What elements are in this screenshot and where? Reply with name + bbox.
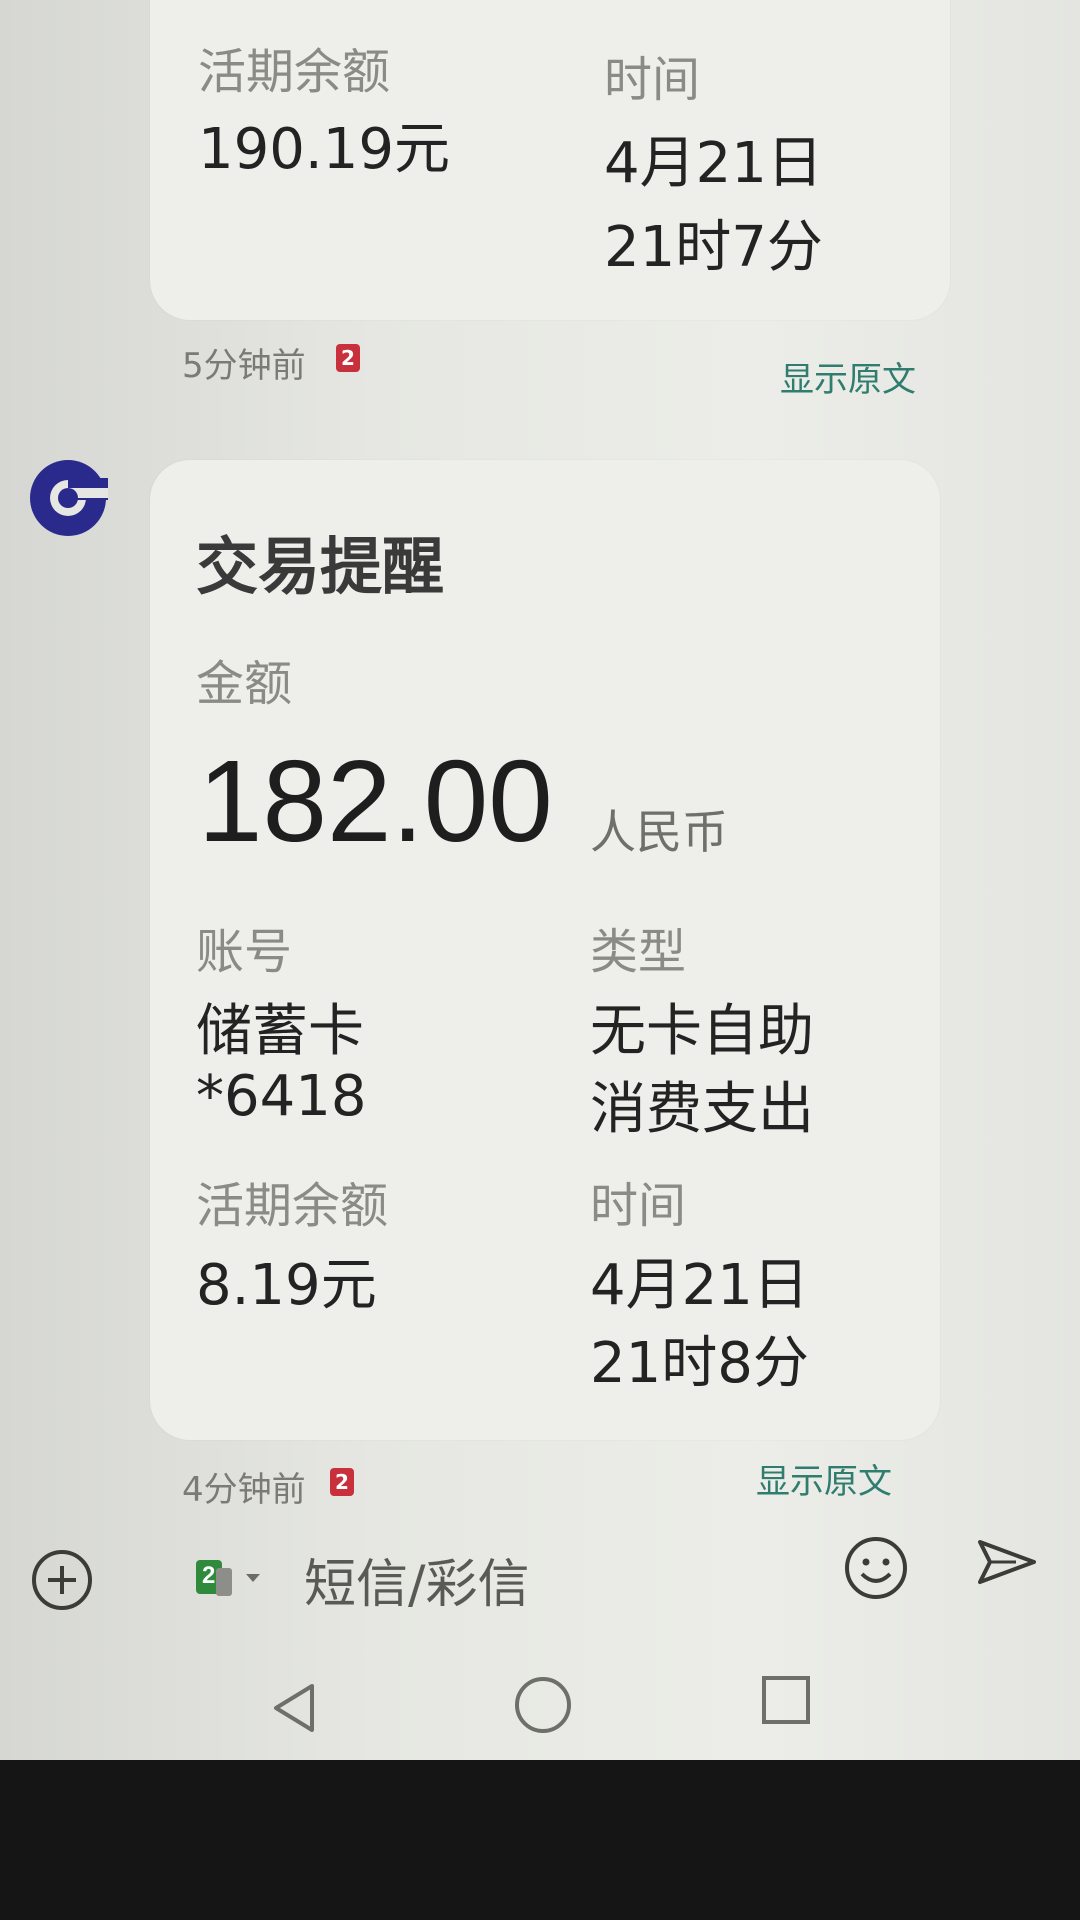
ccb-bank-logo[interactable] bbox=[28, 458, 108, 538]
prev-time-date: 4月21日 bbox=[604, 131, 823, 196]
sim-selector-label: 2 bbox=[202, 1562, 216, 1589]
amount-value: 182.00 bbox=[198, 736, 553, 866]
device-bezel bbox=[0, 1760, 1080, 1920]
balance-label: 活期余额 bbox=[196, 1178, 389, 1234]
type-label: 类型 bbox=[590, 924, 687, 980]
time-label: 时间 bbox=[590, 1178, 687, 1234]
back-triangle-icon[interactable] bbox=[266, 1680, 322, 1736]
prev-sim-badge: 2 bbox=[336, 344, 360, 372]
home-circle-icon[interactable] bbox=[512, 1674, 574, 1736]
sim-selector[interactable]: 2 bbox=[194, 1554, 264, 1600]
show-original-link[interactable]: 显示原文 bbox=[756, 1454, 892, 1503]
type-line1: 无卡自助 bbox=[590, 999, 814, 1064]
prev-balance-label: 活期余额 bbox=[198, 44, 391, 100]
received-ago: 4分钟前 bbox=[182, 1470, 306, 1510]
messages-screen: 活期余额 190.19元 时间 4月21日 21时7分 5分钟前 2 显示原文 … bbox=[0, 0, 1080, 1760]
type-line2: 消费支出 bbox=[590, 1077, 814, 1142]
prev-balance-value: 190.19元 bbox=[198, 117, 450, 182]
send-icon[interactable] bbox=[976, 1536, 1038, 1588]
time-clock: 21时8分 bbox=[590, 1331, 809, 1396]
smiley-icon[interactable] bbox=[842, 1534, 910, 1602]
prev-time-clock: 21时7分 bbox=[604, 215, 823, 280]
account-label: 账号 bbox=[196, 924, 293, 980]
prev-time-label: 时间 bbox=[604, 52, 701, 108]
message-input-placeholder[interactable]: 短信/彩信 bbox=[304, 1542, 530, 1617]
account-number: *6418 bbox=[196, 1064, 367, 1129]
amount-currency: 人民币 bbox=[590, 805, 728, 859]
account-type: 储蓄卡 bbox=[196, 999, 364, 1064]
balance-value: 8.19元 bbox=[196, 1253, 377, 1318]
prev-received-ago: 5分钟前 bbox=[182, 346, 306, 386]
time-date: 4月21日 bbox=[590, 1253, 809, 1318]
recents-square-icon[interactable] bbox=[758, 1672, 814, 1728]
sim-badge: 2 bbox=[330, 1468, 354, 1496]
transaction-title: 交易提醒 bbox=[196, 530, 445, 603]
amount-label: 金额 bbox=[196, 656, 293, 712]
prev-show-original-link[interactable]: 显示原文 bbox=[780, 352, 916, 401]
plus-circle-icon[interactable] bbox=[30, 1548, 94, 1612]
